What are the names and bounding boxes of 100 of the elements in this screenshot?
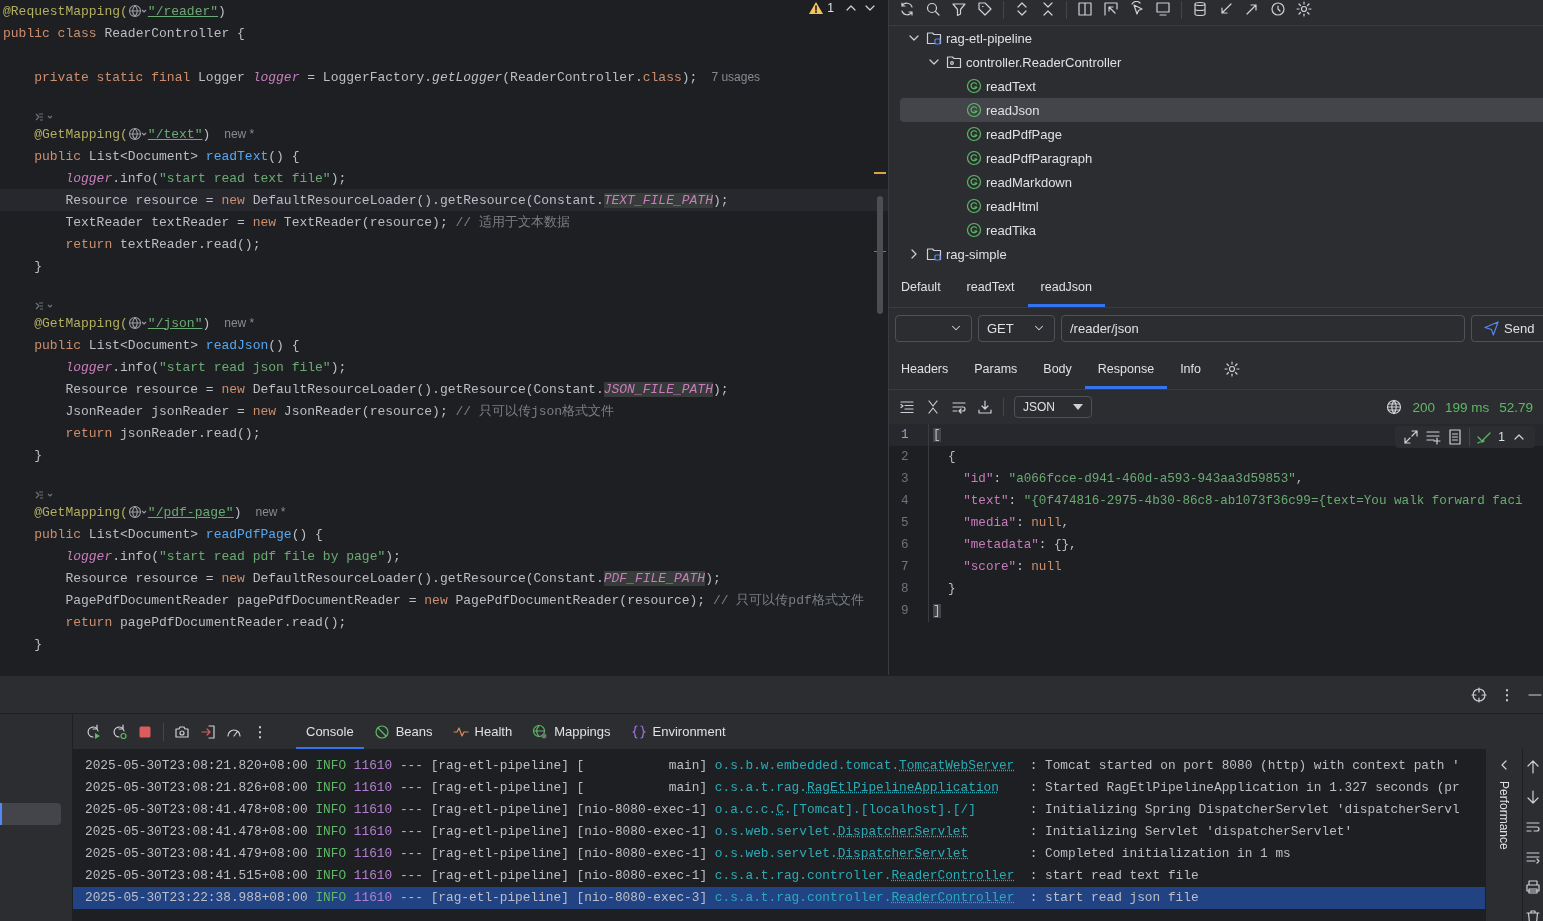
inlay-hint[interactable]: new * [224, 316, 255, 330]
arrow-up-right-icon[interactable] [1244, 1, 1260, 17]
refresh-icon[interactable] [899, 1, 915, 17]
scrollbar-thumb[interactable] [877, 196, 883, 314]
exit-icon[interactable] [200, 723, 216, 740]
response-size: 52.79 [1499, 399, 1533, 415]
globe-icon [532, 723, 549, 740]
clock-icon[interactable] [1270, 1, 1286, 17]
camera-icon[interactable] [174, 723, 190, 740]
method-icon [966, 150, 982, 166]
code-text: "/reader") [147, 3, 226, 19]
code-text: "/pdf-page") [147, 504, 242, 520]
search-icon[interactable] [925, 1, 941, 17]
code-text: { [947, 450, 956, 464]
tag-icon[interactable] [977, 1, 993, 17]
expand-diagonal-icon[interactable] [1403, 429, 1420, 445]
tree-item[interactable]: readText [900, 74, 1543, 98]
tree-item[interactable]: readPdfParagraph [900, 146, 1543, 170]
format-lines-icon[interactable] [899, 399, 915, 415]
jump-arrow-icon[interactable] [1103, 1, 1119, 17]
log-line[interactable]: 2025-05-30T23:08:41.479+08:00 INFO 11610 --- [rag-etl-pipeline] [nio-8080-exec-1] o.s.web.servlet.DispatcherServlet : Completed initialization in 1 ms [73, 843, 1485, 865]
warning-count: 1 [827, 1, 834, 15]
module-folder-icon [926, 30, 942, 46]
code-vision-icon[interactable] [34, 111, 54, 122]
inlay-hint[interactable]: new * [255, 505, 286, 519]
tree-item[interactable]: controller.ReaderController [900, 50, 1543, 74]
run-tab[interactable]: Mappings [522, 714, 621, 749]
log-line[interactable]: 2025-05-30T23:08:21.826+08:00 INFO 11610 --- [rag-etl-pipeline] [ main] c.s.a.t.rag.RagEtlPipelineApplication : Started RagEtlPipelineApplication in 1.327 seconds (pr [73, 777, 1485, 799]
globe-icon[interactable] [1386, 399, 1403, 415]
tree-item[interactable]: readTika [900, 218, 1543, 242]
method-dropdown[interactable]: GET [978, 314, 1055, 342]
request-tab[interactable]: Default [889, 266, 954, 307]
code-text: "id": "a066fcce-d941-460d-a593-943aa3d59853", [962, 472, 1304, 486]
download-icon[interactable] [977, 399, 993, 415]
scroll-end-icon[interactable] [1525, 849, 1541, 865]
soft-wrap-icon[interactable] [1525, 819, 1541, 835]
wrap-lines-icon[interactable] [951, 399, 967, 415]
code-vision-icon[interactable] [34, 489, 54, 500]
inlay-hint[interactable]: new * [224, 127, 255, 141]
braces-icon [630, 723, 647, 740]
request-tab[interactable]: readJson [1027, 266, 1105, 307]
pointer-icon[interactable] [1129, 1, 1145, 17]
tree-item[interactable]: readPdfPage [900, 122, 1543, 146]
filter-icon[interactable] [951, 1, 967, 17]
database-icon[interactable] [1192, 1, 1208, 17]
run-tab[interactable]: Health [442, 714, 523, 749]
code-text: return textReader.read(); [64, 236, 261, 252]
arrow-up-icon[interactable] [1525, 759, 1541, 775]
code-text: private static final Logger logger = LoggerFactory.getLogger(ReaderController.class); [33, 69, 698, 85]
code-vision-icon[interactable] [34, 300, 54, 311]
document-icon[interactable] [1447, 429, 1464, 445]
printer-icon[interactable] [1525, 879, 1541, 895]
code-text: "media": null, [962, 516, 1070, 530]
tree-item[interactable]: readHtml [900, 194, 1543, 218]
run-tab[interactable]: Environment [620, 714, 736, 749]
performance-tab[interactable]: Performance [1497, 781, 1511, 850]
detail-tab[interactable]: Response [1084, 348, 1168, 389]
globe-icon[interactable] [127, 505, 148, 519]
code-text: } [33, 258, 42, 274]
settings-icon[interactable] [1224, 360, 1240, 377]
sidebar-item[interactable] [0, 803, 61, 825]
arrow-down-left-icon[interactable] [1218, 1, 1234, 17]
code-text: "metadata": {}, [962, 538, 1077, 552]
globe-icon[interactable] [127, 4, 148, 18]
monitor-icon[interactable] [1155, 1, 1171, 17]
detail-tab[interactable]: Body [1030, 348, 1085, 389]
tree-item[interactable]: rag-etl-pipeline [900, 26, 1543, 50]
send-button[interactable]: Send [1471, 314, 1543, 342]
format-dropdown[interactable]: JSON [1014, 396, 1092, 418]
method-icon [966, 222, 982, 238]
trash-icon[interactable] [1525, 909, 1541, 921]
code-text: PagePdfDocumentReader pagePdfDocumentReader = new PagePdfDocumentReader(resource); // 只可以传pdf格式文件 [64, 592, 864, 609]
split-view-icon[interactable] [1077, 1, 1093, 17]
log-line[interactable]: 2025-05-30T23:08:41.478+08:00 INFO 11610 --- [rag-etl-pipeline] [nio-8080-exec-1] o.s.web.servlet.DispatcherServlet : Initializing Servlet 'dispatcherServlet' [73, 821, 1485, 843]
detail-tab[interactable]: Headers [889, 348, 962, 389]
tree-item[interactable]: rag-simple [900, 242, 1543, 266]
warning-icon[interactable] [808, 0, 825, 16]
detail-tab[interactable]: Params [961, 348, 1031, 389]
url-field[interactable]: /reader/json [1061, 314, 1465, 342]
globe-icon[interactable] [127, 127, 148, 141]
rerun-icon[interactable] [85, 723, 101, 740]
arrow-down-icon[interactable] [1525, 789, 1541, 805]
triangle-down-icon [1073, 404, 1083, 410]
detail-tab[interactable]: Info [1167, 348, 1214, 389]
tree-item[interactable]: readMarkdown [900, 170, 1543, 194]
code-text: } [33, 447, 42, 463]
globe-icon[interactable] [127, 316, 148, 330]
response-time: 199 ms [1444, 399, 1490, 415]
list-add-icon[interactable] [1425, 429, 1442, 445]
log-line[interactable]: 2025-05-30T23:08:41.478+08:00 INFO 11610 --- [rag-etl-pipeline] [nio-8080-exec-1] o.a.c.c.C.[Tomcat].[localhost].[/] : Initializing Spring DispatcherServlet 'dispatcherServl [73, 799, 1485, 821]
crosshair-icon[interactable] [1471, 686, 1487, 703]
log-line[interactable]: 2025-05-30T23:08:41.515+08:00 INFO 11610 --- [rag-etl-pipeline] [nio-8080-exec-1] c.s.a.t.rag.controller.ReaderController : start read text file [73, 865, 1485, 887]
tree-item[interactable]: readJson [900, 98, 1543, 122]
rerun-debug-icon[interactable] [111, 723, 127, 740]
log-line[interactable]: 2025-05-30T23:08:21.820+08:00 INFO 11610 --- [rag-etl-pipeline] [ main] o.s.b.w.embedded.tomcat.TomcatWebServer : Tomcat started on port 8080 (http) with context path ' [73, 755, 1485, 777]
run-tab[interactable]: Beans [363, 714, 443, 749]
code-text: return pagePdfDocumentReader.read(); [64, 614, 347, 630]
inlay-hint[interactable]: 7 usages [711, 70, 761, 84]
settings-icon[interactable] [1296, 1, 1312, 17]
request-tab[interactable]: readText [953, 266, 1028, 307]
